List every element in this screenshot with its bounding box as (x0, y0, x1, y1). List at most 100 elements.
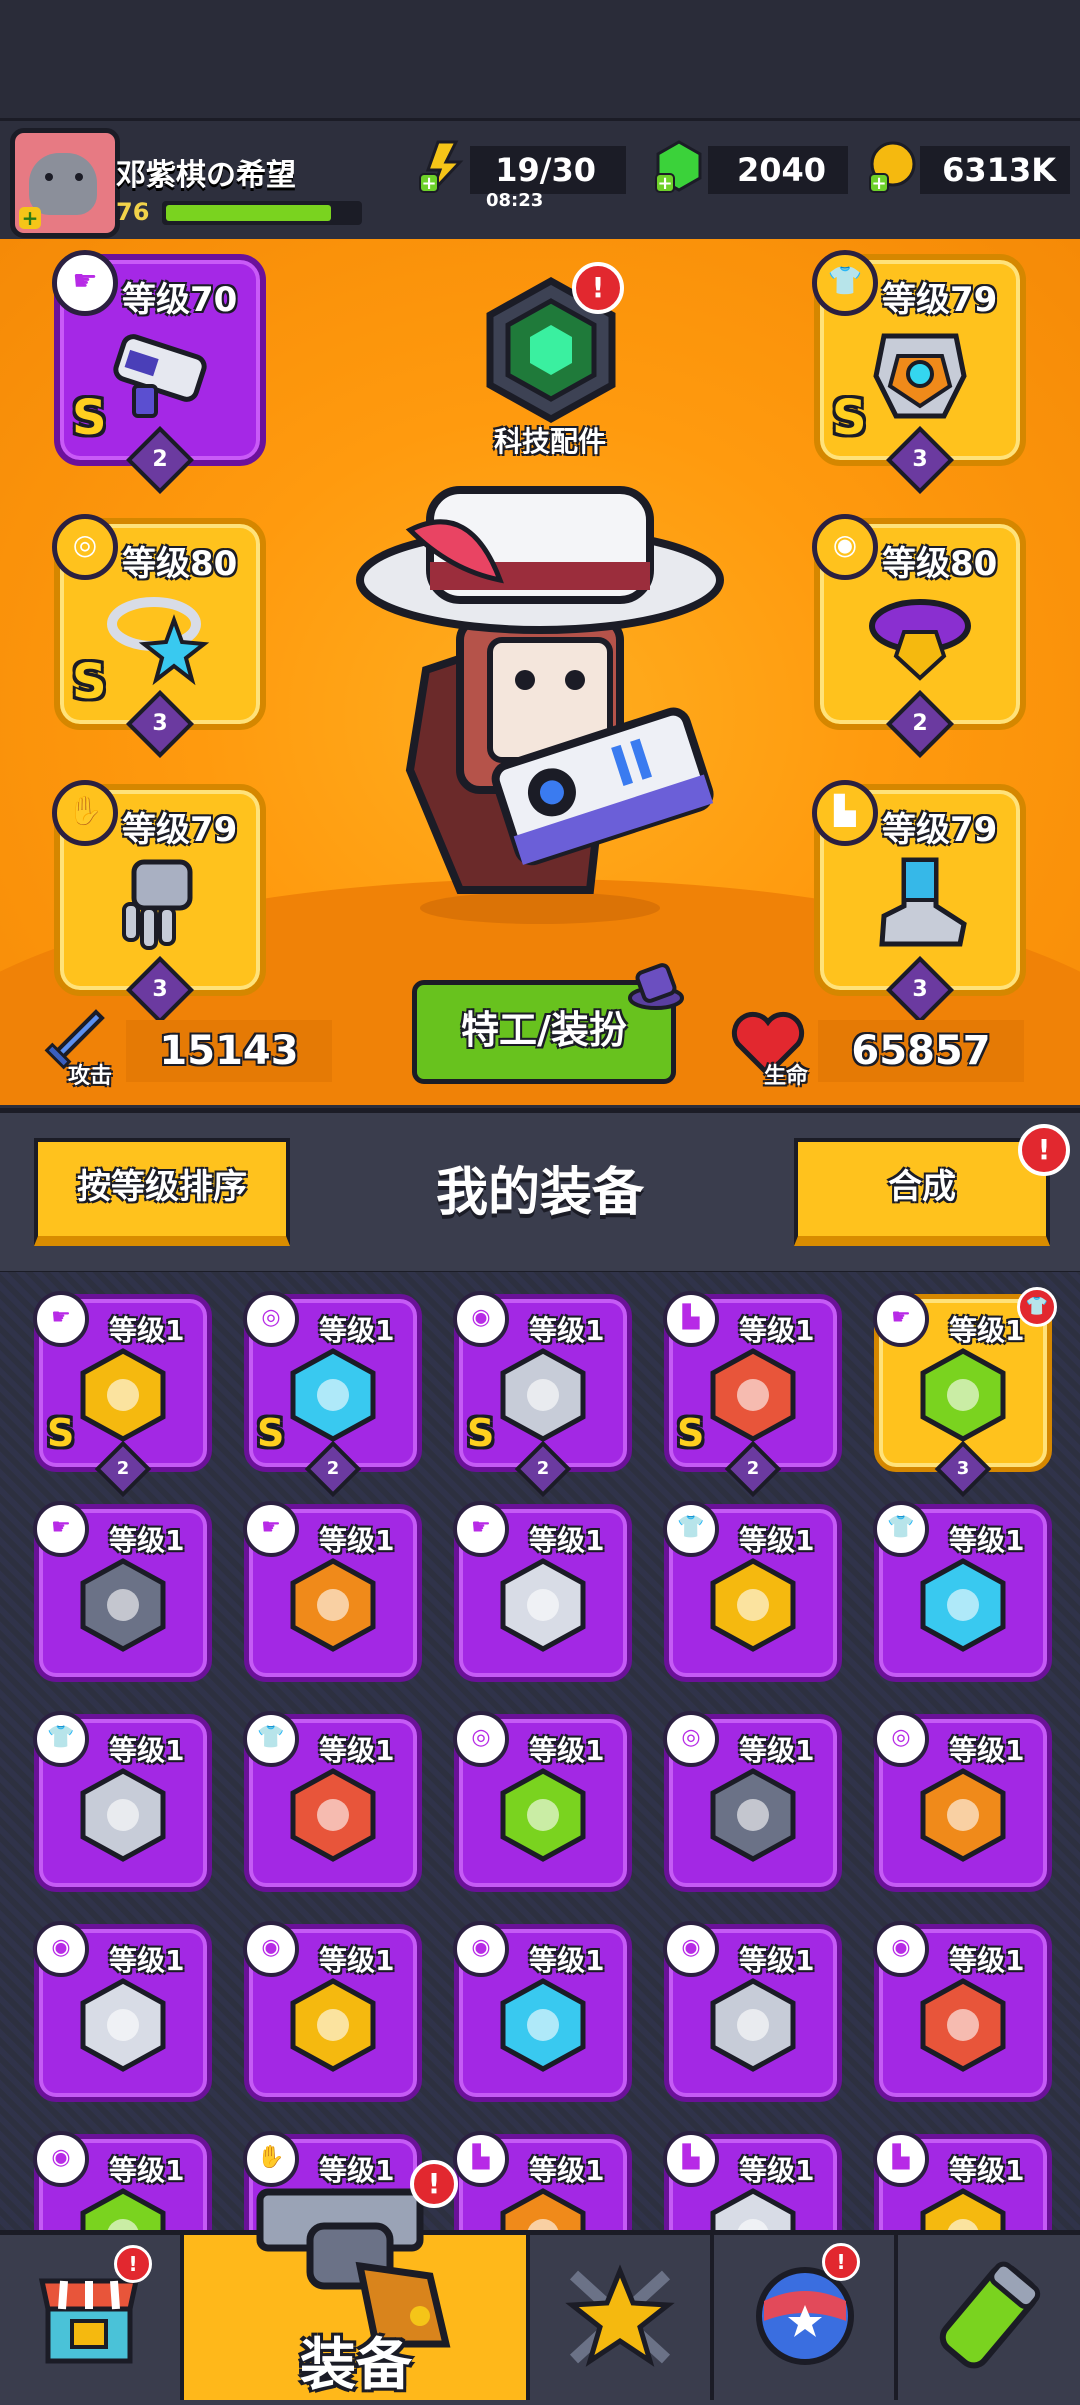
svg-text:+: + (421, 173, 436, 194)
equipment-item[interactable]: ☛ 等级1 (33, 1501, 212, 1682)
slot-boots[interactable]: ▙ 等级79 3 (812, 780, 1026, 1024)
grade-label: S (72, 390, 107, 446)
belt-icon: ◉ (453, 1921, 509, 1977)
equipment-item[interactable]: ☛ 等级1 (243, 1501, 422, 1682)
equipment-item[interactable]: 👕 等级1 (33, 1711, 212, 1892)
equipment-item[interactable]: ◉ 等级1 S 2 (453, 1291, 632, 1498)
merge-button[interactable]: 合成 (794, 1138, 1050, 1246)
weapon-icon: ☛ (33, 1291, 89, 1347)
green-armor-icon (710, 1558, 796, 1652)
necklace-icon: ◎ (243, 1291, 299, 1347)
xp-bar-fill (166, 205, 331, 221)
grade-label: S (47, 1411, 75, 1455)
equipment-item[interactable]: 👕 等级1 (243, 1711, 422, 1892)
coin-icon[interactable]: + (866, 140, 920, 194)
equipment-item[interactable]: ◎ 等级1 (453, 1711, 632, 1892)
belt-icon: ◉ (873, 1921, 929, 1977)
necklace-icon: ◎ (453, 1711, 509, 1767)
equipment-item[interactable]: ◎ 等级1 (873, 1711, 1052, 1892)
slot-level: 等级80 (882, 544, 998, 584)
robot-glove-icon (122, 859, 193, 950)
boots-icon: ▙ (663, 2131, 719, 2187)
equipment-item[interactable]: ◉ 等级1 (663, 1921, 842, 2102)
weapon-icon: ☛ (52, 250, 118, 316)
nav-lab[interactable] (898, 2235, 1080, 2400)
nav-battle[interactable] (530, 2235, 714, 2400)
tech-part-badge: ! (572, 262, 624, 314)
equipment-item[interactable]: ◉ 等级1 (873, 1921, 1052, 2102)
equipment-item[interactable]: 👕 等级1 (873, 1501, 1052, 1682)
status-bar-space (0, 0, 1080, 118)
belt-icon: ◉ (453, 1291, 509, 1347)
star-necklace-icon (290, 1348, 376, 1442)
equipment-title: 我的装备 (435, 1163, 644, 1223)
fang-necklace-icon (500, 1768, 586, 1862)
energy-value: 19/30 (470, 146, 626, 194)
rope-belt-icon (80, 1978, 166, 2072)
star-necklace-icon (107, 597, 210, 686)
gem-icon[interactable]: + (652, 140, 706, 194)
sort-by-level-button[interactable]: 按等级排序 (34, 1138, 290, 1246)
slot-level: 等级79 (882, 280, 998, 320)
armor-icon: 👕 (33, 1711, 89, 1767)
emerald-necklace-icon (920, 1768, 1006, 1862)
boot-icon (710, 2188, 796, 2232)
gems-value: 2040 (708, 146, 848, 194)
tech-part-label[interactable]: 科技配件 (470, 420, 630, 460)
armor-icon: 👕 (812, 250, 878, 316)
nav-events[interactable]: ! (714, 2235, 898, 2400)
shop-badge: ! (114, 2245, 152, 2283)
slot-weapon[interactable]: ☛ 等级70 S 2 (52, 250, 266, 494)
slot-armor[interactable]: 👕 等级79 S 3 (812, 250, 1026, 494)
weapon-icon: ☛ (453, 1501, 509, 1557)
svg-text:+: + (657, 173, 672, 194)
weapon-icon: ☛ (243, 1501, 299, 1557)
boot-icon (879, 857, 967, 947)
energy-bolt-icon[interactable]: + (416, 140, 470, 194)
equipment-item[interactable]: ◉ 等级1 (33, 1921, 212, 2102)
hero-character[interactable] (350, 470, 730, 930)
avatar[interactable]: + (10, 128, 120, 238)
health-value: 65857 (818, 1020, 1024, 1082)
purple-belt-icon (869, 599, 971, 681)
gloves-icon: ✋ (52, 780, 118, 846)
coins-value: 6313K (920, 146, 1070, 194)
grade-label: S (257, 1411, 285, 1455)
boot-icon (920, 2188, 1006, 2232)
equipment-item[interactable]: ☛ 等级1 S 2 (33, 1291, 212, 1498)
equipment-item[interactable]: ▙ 等级1 S 2 (663, 1291, 842, 1498)
equipment-item[interactable]: ◎ 等级1 (663, 1711, 842, 1892)
equipment-item[interactable]: ◉ 等级1 (453, 1921, 632, 2102)
hat-icon (628, 963, 684, 1010)
health-label: 生命 (764, 1064, 809, 1089)
equipment-item[interactable]: ▙ 等级1 (663, 2131, 842, 2232)
weapon-icon: ☛ (873, 1291, 929, 1347)
attack-label: 攻击 (68, 1064, 113, 1089)
star-count-badge: 3 (934, 1440, 992, 1498)
star-count-badge: 2 (724, 1440, 782, 1498)
armor-icon: 👕 (873, 1501, 929, 1557)
equipment-item[interactable]: ▙ 等级1 (453, 2131, 632, 2232)
drill-icon (500, 1558, 586, 1652)
mech-armor-icon (873, 333, 967, 419)
slot-belt[interactable]: ◉ 等级80 2 (812, 514, 1026, 758)
boots-icon: ▙ (812, 780, 878, 846)
svg-text:+: + (871, 173, 886, 194)
equipment-item[interactable]: 👕 等级1 (663, 1501, 842, 1682)
equipment-item[interactable]: ▙ 等级1 (873, 2131, 1052, 2232)
belt-icon (80, 2188, 166, 2232)
equipment-item[interactable]: ◉ 等级1 (243, 1921, 422, 2102)
slot-gloves[interactable]: ✋ 等级79 3 (52, 780, 266, 1024)
nav-shop[interactable]: ! (0, 2235, 184, 2400)
equipment-item[interactable]: ◉ 等级1 (33, 2131, 212, 2232)
equipment-item[interactable]: ☛ 等级1 (453, 1501, 632, 1682)
new-item-badge: 👕 (1017, 1287, 1057, 1327)
armor-icon: 👕 (243, 1711, 299, 1767)
spike-collar-icon (710, 1768, 796, 1862)
slot-necklace[interactable]: ◎ 等级80 S 3 (52, 514, 266, 758)
equipment-item[interactable]: ◎ 等级1 S 2 (243, 1291, 422, 1498)
belt-icon: ◉ (33, 2131, 89, 2187)
gem-belt-icon (290, 1978, 376, 2072)
equipment-item[interactable]: ☛ 等级1 3 👕 (873, 1287, 1057, 1498)
star-count-badge: 2 (514, 1440, 572, 1498)
